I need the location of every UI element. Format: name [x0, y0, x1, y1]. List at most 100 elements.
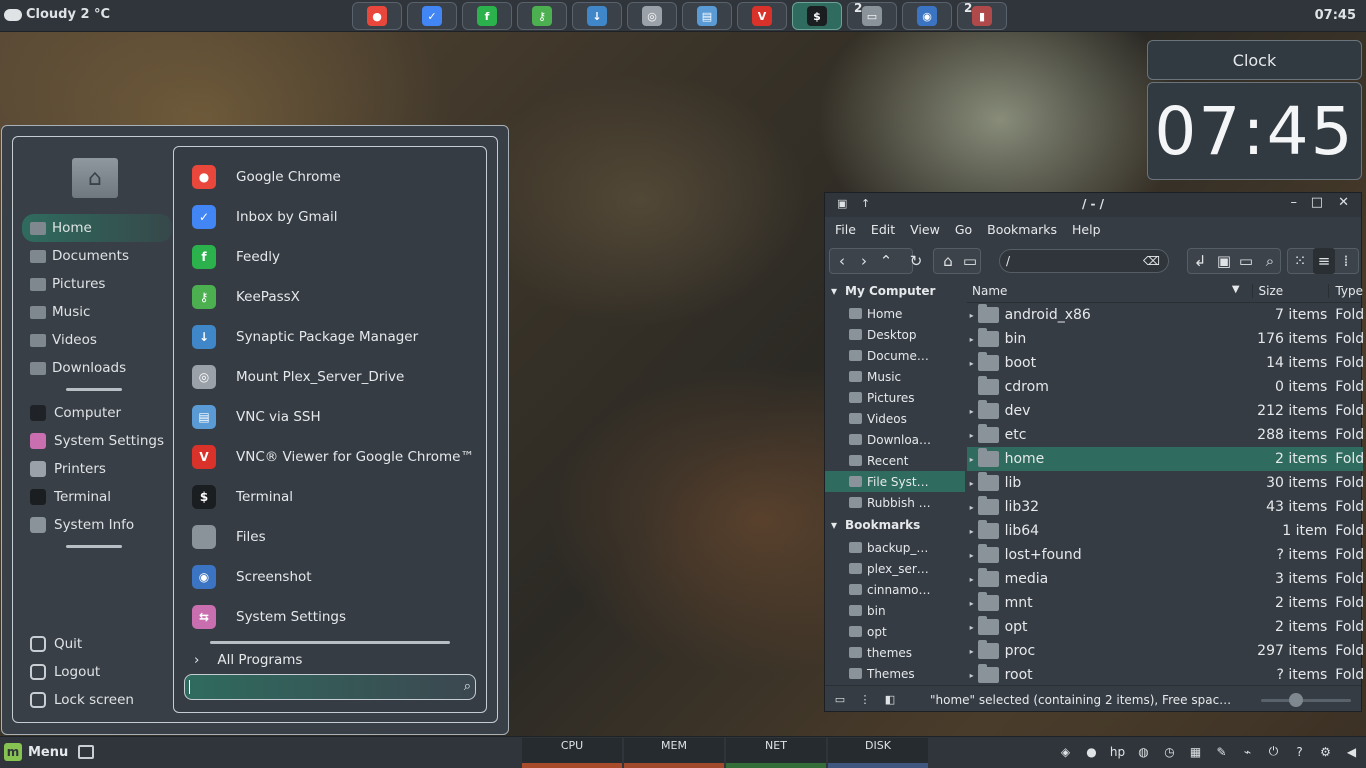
- pen-icon[interactable]: ✎: [1213, 743, 1230, 760]
- menu-system-item[interactable]: Computer: [22, 399, 172, 427]
- forward-icon[interactable]: ›: [853, 248, 875, 274]
- clear-icon[interactable]: ⌫: [1143, 250, 1160, 272]
- up-icon[interactable]: ⌃: [875, 248, 897, 274]
- menu-bookmarks[interactable]: Bookmarks: [987, 222, 1057, 237]
- taskbar-button[interactable]: ↓: [572, 2, 622, 30]
- menu-session-item[interactable]: Lock screen: [30, 686, 134, 714]
- favorite-app-item[interactable]: ● Google Chrome: [192, 157, 341, 197]
- table-row[interactable]: ▸ lost+found ? items Folder: [967, 543, 1363, 567]
- favorite-app-item[interactable]: ◎ Mount Plex_Server_Drive: [192, 357, 404, 397]
- menu-search-input[interactable]: ⌕: [184, 674, 476, 700]
- menu-place-item[interactable]: Pictures: [22, 270, 172, 298]
- table-row[interactable]: ▸ mnt 2 items Folder: [967, 591, 1363, 615]
- sidebar-bookmark[interactable]: themes: [825, 642, 965, 663]
- taskbar-button[interactable]: V: [737, 2, 787, 30]
- favorite-app-item[interactable]: ✓ Inbox by Gmail: [192, 197, 337, 237]
- taskbar-button[interactable]: $: [792, 2, 842, 30]
- menu-view[interactable]: View: [910, 222, 940, 237]
- new-tab-icon[interactable]: ↲: [1189, 248, 1211, 274]
- window-titlebar[interactable]: ▣ ↑ / - / – □ ✕: [825, 193, 1361, 217]
- table-row[interactable]: ▸ etc 288 items Folder: [967, 423, 1363, 447]
- reload-icon[interactable]: ↻: [905, 248, 927, 274]
- sidebar-item[interactable]: Docume…: [825, 345, 965, 366]
- network-globe-icon[interactable]: ◍: [1135, 743, 1152, 760]
- expander-icon[interactable]: ▸: [967, 599, 976, 608]
- favorite-app-item[interactable]: ⇆ System Settings: [192, 597, 346, 637]
- home-icon[interactable]: ⌂: [937, 248, 959, 274]
- sysmon-graph[interactable]: MEM: [624, 738, 724, 768]
- sidebar-item[interactable]: Videos: [825, 408, 965, 429]
- table-row[interactable]: ▸ dev 212 items Folder: [967, 399, 1363, 423]
- menu-session-item[interactable]: Quit: [30, 630, 134, 658]
- favorite-app-item[interactable]: ↓ Synaptic Package Manager: [192, 317, 418, 357]
- column-name[interactable]: Name ▼: [967, 284, 1252, 298]
- all-programs-button[interactable]: › All Programs: [194, 652, 302, 668]
- expander-icon[interactable]: ▸: [967, 359, 976, 368]
- sidebar-bookmarks[interactable]: ▾ Bookmarks: [825, 513, 965, 537]
- search-icon[interactable]: ⌕: [1259, 248, 1281, 274]
- menu-system-item[interactable]: Terminal: [22, 483, 172, 511]
- sidebar-item[interactable]: Pictures: [825, 387, 965, 408]
- table-row[interactable]: cdrom 0 items Folder: [967, 375, 1363, 399]
- favorite-app-item[interactable]: ⚷ KeePassX: [192, 277, 300, 317]
- sidebar-item[interactable]: Desktop: [825, 324, 965, 345]
- expander-icon[interactable]: ▸: [967, 503, 976, 512]
- column-size[interactable]: Size: [1251, 283, 1329, 298]
- favorite-app-item[interactable]: f Feedly: [192, 237, 280, 277]
- sidebar-item[interactable]: Recent: [825, 450, 965, 471]
- sidebar-bookmark[interactable]: bin: [825, 600, 965, 621]
- menu-session-item[interactable]: Logout: [30, 658, 134, 686]
- help-icon[interactable]: ?: [1291, 743, 1308, 760]
- menu-place-item[interactable]: Videos: [22, 326, 172, 354]
- keyboard-icon[interactable]: ▦: [1187, 743, 1204, 760]
- menu-place-item[interactable]: Home: [22, 214, 172, 242]
- taskbar-button[interactable]: ▮ 2: [957, 1, 1007, 30]
- sidebar-item[interactable]: Home: [825, 303, 965, 324]
- menu-place-item[interactable]: Music: [22, 298, 172, 326]
- open-terminal-icon[interactable]: ▣: [1213, 248, 1235, 274]
- zoom-slider[interactable]: [1261, 693, 1351, 707]
- table-row[interactable]: ▸ android_x86 7 items Folder: [967, 303, 1363, 327]
- usb-icon[interactable]: ⌁: [1239, 743, 1256, 760]
- maximize-icon[interactable]: □: [1311, 195, 1323, 210]
- menu-system-item[interactable]: System Info: [22, 511, 172, 539]
- table-row[interactable]: ▸ lib32 43 items Folder: [967, 495, 1363, 519]
- zoom-slider-knob[interactable]: [1289, 693, 1303, 707]
- list-view-icon[interactable]: ≡: [1313, 248, 1335, 274]
- volume-icon[interactable]: ◀: [1343, 743, 1360, 760]
- table-row[interactable]: ▸ proc 297 items Folder: [967, 639, 1363, 663]
- tree-toggle-icon[interactable]: ⋮: [855, 691, 875, 709]
- taskbar-button[interactable]: f: [462, 2, 512, 30]
- expander-icon[interactable]: ▸: [967, 671, 976, 680]
- favorite-app-item[interactable]: V VNC® Viewer for Google Chrome™: [192, 437, 474, 477]
- expander-icon[interactable]: ▸: [967, 335, 976, 344]
- favorite-app-item[interactable]: $ Terminal: [192, 477, 293, 517]
- compact-view-icon[interactable]: ⁞: [1335, 248, 1357, 274]
- new-folder-icon[interactable]: ▭: [1235, 248, 1257, 274]
- menu-system-item[interactable]: Printers: [22, 455, 172, 483]
- menu-button[interactable]: m Menu: [4, 743, 68, 761]
- computer-icon[interactable]: ▭: [959, 248, 981, 274]
- expander-icon[interactable]: ▸: [967, 623, 976, 632]
- table-row[interactable]: ▸ root ? items Folder: [967, 663, 1363, 685]
- expander-icon[interactable]: ▸: [967, 575, 976, 584]
- table-row[interactable]: ▸ lib64 1 item Folder: [967, 519, 1363, 543]
- column-type[interactable]: Type: [1328, 283, 1363, 298]
- favorite-app-item[interactable]: ▤ VNC via SSH: [192, 397, 321, 437]
- taskbar-button[interactable]: ⚷: [517, 2, 567, 30]
- icon-view-icon[interactable]: ⁙: [1289, 248, 1311, 274]
- menu-go[interactable]: Go: [955, 222, 972, 237]
- menu-place-item[interactable]: Downloads: [22, 354, 172, 382]
- menu-file[interactable]: File: [835, 222, 856, 237]
- taskbar-button[interactable]: ◉: [902, 2, 952, 30]
- hide-sidebar-icon[interactable]: ◧: [880, 691, 900, 709]
- sidebar-bookmark[interactable]: Themes: [825, 663, 965, 684]
- hp-icon[interactable]: hp: [1109, 743, 1126, 760]
- expander-icon[interactable]: ▸: [967, 455, 976, 464]
- expander-icon[interactable]: ▸: [967, 431, 976, 440]
- sidebar-item[interactable]: File Syst…: [825, 471, 965, 492]
- back-icon[interactable]: ‹: [831, 248, 853, 274]
- settings-gear-icon[interactable]: ⚙: [1317, 743, 1334, 760]
- close-icon[interactable]: ✕: [1338, 195, 1349, 210]
- table-row[interactable]: ▸ media 3 items Folder: [967, 567, 1363, 591]
